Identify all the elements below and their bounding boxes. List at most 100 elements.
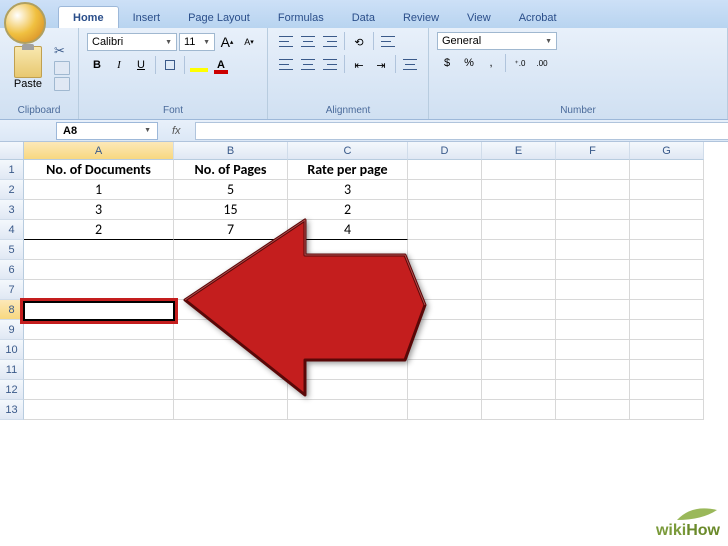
cell-a8-selected[interactable] <box>24 300 174 320</box>
row-header[interactable]: 3 <box>0 200 24 220</box>
cell[interactable] <box>288 280 408 300</box>
row-header[interactable]: 11 <box>0 360 24 380</box>
number-format-combo[interactable]: General▼ <box>437 32 557 50</box>
cell[interactable] <box>630 180 704 200</box>
cell[interactable] <box>556 320 630 340</box>
align-top-button[interactable] <box>276 32 296 52</box>
cell[interactable] <box>630 380 704 400</box>
cell[interactable] <box>556 160 630 180</box>
cell[interactable] <box>24 280 174 300</box>
cell[interactable] <box>482 380 556 400</box>
cell[interactable] <box>408 200 482 220</box>
cell[interactable] <box>408 180 482 200</box>
cell[interactable]: 3 <box>288 180 408 200</box>
align-middle-button[interactable] <box>298 32 318 52</box>
fx-icon[interactable]: fx <box>172 125 181 137</box>
select-all-corner[interactable] <box>0 142 24 160</box>
border-button[interactable] <box>160 55 180 75</box>
cell[interactable] <box>288 360 408 380</box>
cell[interactable] <box>556 340 630 360</box>
row-header[interactable]: 6 <box>0 260 24 280</box>
cell[interactable] <box>288 340 408 360</box>
cell[interactable] <box>630 320 704 340</box>
shrink-font-button[interactable]: A▾ <box>239 32 259 52</box>
cell[interactable] <box>408 360 482 380</box>
merge-button[interactable] <box>400 55 420 75</box>
cell[interactable] <box>24 320 174 340</box>
cell[interactable] <box>288 240 408 260</box>
font-color-button[interactable]: A <box>211 55 231 75</box>
cell[interactable] <box>482 200 556 220</box>
tab-formulas[interactable]: Formulas <box>264 7 338 28</box>
cell[interactable] <box>630 160 704 180</box>
cell[interactable]: 3 <box>24 200 174 220</box>
cell[interactable] <box>482 180 556 200</box>
cell[interactable] <box>556 280 630 300</box>
row-header[interactable]: 13 <box>0 400 24 420</box>
cell[interactable] <box>482 300 556 320</box>
cell[interactable]: 7 <box>174 220 288 240</box>
cell[interactable] <box>556 220 630 240</box>
currency-button[interactable]: $ <box>437 53 457 73</box>
cell[interactable] <box>408 320 482 340</box>
cell[interactable]: 5 <box>174 180 288 200</box>
cell[interactable] <box>630 400 704 420</box>
cell[interactable] <box>174 340 288 360</box>
cell[interactable] <box>408 380 482 400</box>
cell[interactable] <box>174 360 288 380</box>
cell[interactable] <box>174 320 288 340</box>
cell[interactable] <box>482 240 556 260</box>
cell[interactable] <box>408 300 482 320</box>
cell[interactable] <box>630 360 704 380</box>
align-bottom-button[interactable] <box>320 32 340 52</box>
cell[interactable] <box>556 300 630 320</box>
align-center-button[interactable] <box>298 55 318 75</box>
cell[interactable]: 2 <box>288 200 408 220</box>
cell[interactable] <box>408 240 482 260</box>
cell[interactable] <box>24 400 174 420</box>
cell[interactable] <box>630 280 704 300</box>
cell[interactable] <box>630 220 704 240</box>
cell[interactable] <box>174 300 288 320</box>
cell[interactable] <box>288 400 408 420</box>
cell[interactable] <box>556 240 630 260</box>
row-header[interactable]: 2 <box>0 180 24 200</box>
cell[interactable] <box>408 400 482 420</box>
underline-button[interactable]: U <box>131 55 151 75</box>
cell[interactable] <box>408 340 482 360</box>
cut-icon[interactable] <box>54 45 70 59</box>
align-right-button[interactable] <box>320 55 340 75</box>
cell[interactable] <box>24 260 174 280</box>
grow-font-button[interactable]: A▴ <box>217 32 237 52</box>
cell[interactable] <box>174 380 288 400</box>
cell[interactable] <box>482 220 556 240</box>
decrease-decimal-button[interactable]: .00 <box>532 53 552 73</box>
row-header[interactable]: 12 <box>0 380 24 400</box>
tab-insert[interactable]: Insert <box>119 7 175 28</box>
cell[interactable]: No. of Pages <box>174 160 288 180</box>
fill-color-button[interactable] <box>189 55 209 75</box>
decrease-indent-button[interactable]: ⇤ <box>349 55 369 75</box>
cell[interactable] <box>408 160 482 180</box>
row-header[interactable]: 8 <box>0 300 24 320</box>
cell[interactable]: 1 <box>24 180 174 200</box>
cell[interactable] <box>482 400 556 420</box>
tab-page-layout[interactable]: Page Layout <box>174 7 264 28</box>
cell[interactable] <box>24 360 174 380</box>
cell[interactable] <box>24 340 174 360</box>
comma-button[interactable]: , <box>481 53 501 73</box>
font-name-combo[interactable]: Calibri▼ <box>87 33 177 51</box>
cell[interactable] <box>556 380 630 400</box>
cell[interactable]: No. of Documents <box>24 160 174 180</box>
formula-input[interactable] <box>195 122 728 140</box>
cell[interactable] <box>24 240 174 260</box>
align-left-button[interactable] <box>276 55 296 75</box>
cell[interactable] <box>630 300 704 320</box>
cell[interactable] <box>288 260 408 280</box>
cell[interactable] <box>482 320 556 340</box>
cell[interactable] <box>556 200 630 220</box>
cell[interactable] <box>288 300 408 320</box>
cell[interactable] <box>174 400 288 420</box>
wrap-text-button[interactable] <box>378 32 398 52</box>
row-header[interactable]: 5 <box>0 240 24 260</box>
